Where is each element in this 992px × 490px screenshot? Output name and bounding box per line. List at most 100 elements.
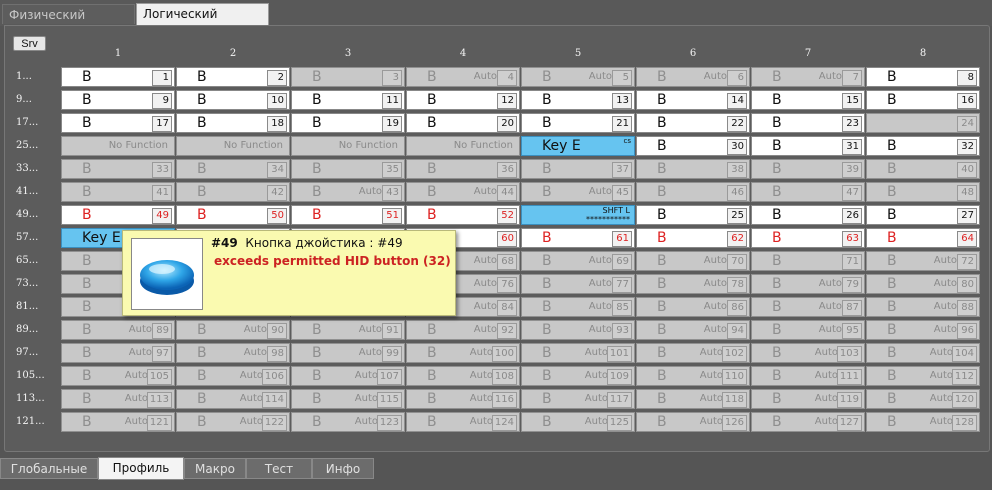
button-cell[interactable]: B 36: [406, 159, 520, 179]
button-cell[interactable]: B 10: [176, 90, 290, 110]
button-cell[interactable]: B 37: [521, 159, 635, 179]
button-cell[interactable]: B Auto 43: [291, 182, 405, 202]
button-cell[interactable]: B Auto 96: [866, 320, 980, 340]
button-cell[interactable]: B 20: [406, 113, 520, 133]
button-cell[interactable]: B Auto 72: [866, 251, 980, 271]
button-cell[interactable]: B Auto 110: [636, 366, 750, 386]
button-cell[interactable]: B Auto 85: [521, 297, 635, 317]
button-cell[interactable]: B Auto 111: [751, 366, 865, 386]
button-cell[interactable]: B 25: [636, 205, 750, 225]
button-cell[interactable]: B Auto 109: [521, 366, 635, 386]
button-cell[interactable]: No Function: [291, 136, 405, 156]
button-cell[interactable]: B Auto 103: [751, 343, 865, 363]
button-cell[interactable]: B Auto 118: [636, 389, 750, 409]
button-cell[interactable]: B Auto 95: [751, 320, 865, 340]
tab-logical-level[interactable]: Логический уровень: [136, 3, 269, 41]
button-cell[interactable]: B Auto 80: [866, 274, 980, 294]
button-cell[interactable]: B Auto 108: [406, 366, 520, 386]
button-cell[interactable]: B Auto 123: [291, 412, 405, 432]
button-cell[interactable]: B 51: [291, 205, 405, 225]
button-cell[interactable]: No Function: [176, 136, 290, 156]
button-cell[interactable]: B Auto 5: [521, 67, 635, 87]
button-cell[interactable]: B 63: [751, 228, 865, 248]
button-cell[interactable]: B Auto 69: [521, 251, 635, 271]
button-cell[interactable]: B Auto 6: [636, 67, 750, 87]
button-cell[interactable]: B Auto 104: [866, 343, 980, 363]
button-cell[interactable]: B Auto 4: [406, 67, 520, 87]
button-cell[interactable]: B Auto 45: [521, 182, 635, 202]
tab-profile[interactable]: Профиль: [98, 457, 184, 480]
button-cell[interactable]: B Auto 112: [866, 366, 980, 386]
button-cell[interactable]: B Auto 114: [176, 389, 290, 409]
button-cell[interactable]: B 39: [751, 159, 865, 179]
button-cell[interactable]: B 46: [636, 182, 750, 202]
button-cell[interactable]: B 13: [521, 90, 635, 110]
button-cell[interactable]: B 14: [636, 90, 750, 110]
tab-physical-level[interactable]: Физический уровень: [2, 4, 135, 42]
button-cell[interactable]: B 33: [61, 159, 175, 179]
button-cell[interactable]: B Auto 124: [406, 412, 520, 432]
button-cell[interactable]: SHFT L ***********: [521, 205, 635, 225]
button-cell[interactable]: B Auto 7: [751, 67, 865, 87]
button-cell[interactable]: B Auto 87: [751, 297, 865, 317]
button-cell[interactable]: B Auto 93: [521, 320, 635, 340]
button-cell[interactable]: B Auto 100: [406, 343, 520, 363]
tab-test[interactable]: Тест: [246, 458, 312, 479]
button-cell[interactable]: B Auto 99: [291, 343, 405, 363]
button-cell[interactable]: B Auto 106: [176, 366, 290, 386]
button-cell[interactable]: B8: [866, 67, 980, 87]
button-cell[interactable]: B 12: [406, 90, 520, 110]
button-cell[interactable]: B 18: [176, 113, 290, 133]
button-cell[interactable]: B 61: [521, 228, 635, 248]
button-cell[interactable]: B 22: [636, 113, 750, 133]
button-cell[interactable]: B 19: [291, 113, 405, 133]
button-cell[interactable]: B Auto 88: [866, 297, 980, 317]
button-cell[interactable]: B 41: [61, 182, 175, 202]
button-cell[interactable]: B 64: [866, 228, 980, 248]
button-cell[interactable]: B Auto 128: [866, 412, 980, 432]
button-cell[interactable]: B Auto 101: [521, 343, 635, 363]
button-cell[interactable]: B9: [61, 90, 175, 110]
button-cell[interactable]: Key E cs: [521, 136, 635, 156]
button-cell[interactable]: B 21: [521, 113, 635, 133]
button-cell[interactable]: B 42: [176, 182, 290, 202]
button-cell[interactable]: B Auto 97: [61, 343, 175, 363]
button-cell[interactable]: B Auto 77: [521, 274, 635, 294]
button-cell[interactable]: B Auto 107: [291, 366, 405, 386]
button-cell[interactable]: B 62: [636, 228, 750, 248]
button-cell[interactable]: B 48: [866, 182, 980, 202]
button-cell[interactable]: B Auto 91: [291, 320, 405, 340]
button-cell[interactable]: B 38: [636, 159, 750, 179]
button-cell[interactable]: B 35: [291, 159, 405, 179]
button-cell[interactable]: B Auto 120: [866, 389, 980, 409]
button-cell[interactable]: B2: [176, 67, 290, 87]
button-cell[interactable]: B Auto 127: [751, 412, 865, 432]
button-cell[interactable]: B 71: [751, 251, 865, 271]
button-cell[interactable]: B 15: [751, 90, 865, 110]
srv-button[interactable]: Srv: [13, 36, 46, 51]
button-cell[interactable]: B3: [291, 67, 405, 87]
tab-info[interactable]: Инфо: [312, 458, 374, 479]
tab-global[interactable]: Глобальные: [0, 458, 98, 479]
button-cell[interactable]: B Auto 116: [406, 389, 520, 409]
button-cell[interactable]: B Auto 117: [521, 389, 635, 409]
button-cell[interactable]: B 32: [866, 136, 980, 156]
button-cell[interactable]: B Auto 86: [636, 297, 750, 317]
button-cell[interactable]: B Auto 94: [636, 320, 750, 340]
button-cell[interactable]: B Auto 79: [751, 274, 865, 294]
button-cell[interactable]: No Function: [61, 136, 175, 156]
button-cell[interactable]: B Auto 70: [636, 251, 750, 271]
button-cell[interactable]: B Auto 44: [406, 182, 520, 202]
button-cell[interactable]: B 31: [751, 136, 865, 156]
button-cell[interactable]: 24: [866, 113, 980, 133]
button-cell[interactable]: B 30: [636, 136, 750, 156]
button-cell[interactable]: B Auto 115: [291, 389, 405, 409]
button-cell[interactable]: B 49: [61, 205, 175, 225]
button-cell[interactable]: B 11: [291, 90, 405, 110]
button-cell[interactable]: B Auto 90: [176, 320, 290, 340]
button-cell[interactable]: B 47: [751, 182, 865, 202]
button-cell[interactable]: B 27: [866, 205, 980, 225]
button-cell[interactable]: B Auto 98: [176, 343, 290, 363]
tab-macro[interactable]: Макро: [184, 458, 246, 479]
button-cell[interactable]: B Auto 92: [406, 320, 520, 340]
